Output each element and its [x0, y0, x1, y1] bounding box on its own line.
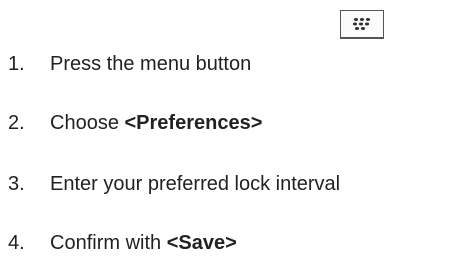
blackberry-menu-key-icon — [340, 10, 384, 39]
step-text: Enter your preferred lock interval — [50, 173, 341, 195]
step-number: 1. — [8, 53, 25, 75]
step-3: 3. Enter your preferred lock interval — [8, 172, 340, 196]
step-text: Choose — [50, 112, 125, 134]
step-emphasis: <Preferences> — [124, 112, 263, 134]
step-2: 2. Choose <Preferences> — [8, 111, 262, 135]
step-number: 4. — [8, 232, 25, 254]
step-1: 1. Press the menu button — [8, 52, 251, 76]
step-number: 2. — [8, 112, 25, 134]
step-emphasis: <Save> — [166, 232, 237, 254]
step-number: 3. — [8, 173, 25, 195]
instruction-list: 1. Press the menu button 2. Choose <Prefer… — [0, 0, 458, 267]
step-4: 4. Confirm with <Save> — [8, 231, 237, 255]
step-text: Confirm with — [50, 232, 167, 254]
step-text: Press the menu button — [50, 53, 252, 75]
